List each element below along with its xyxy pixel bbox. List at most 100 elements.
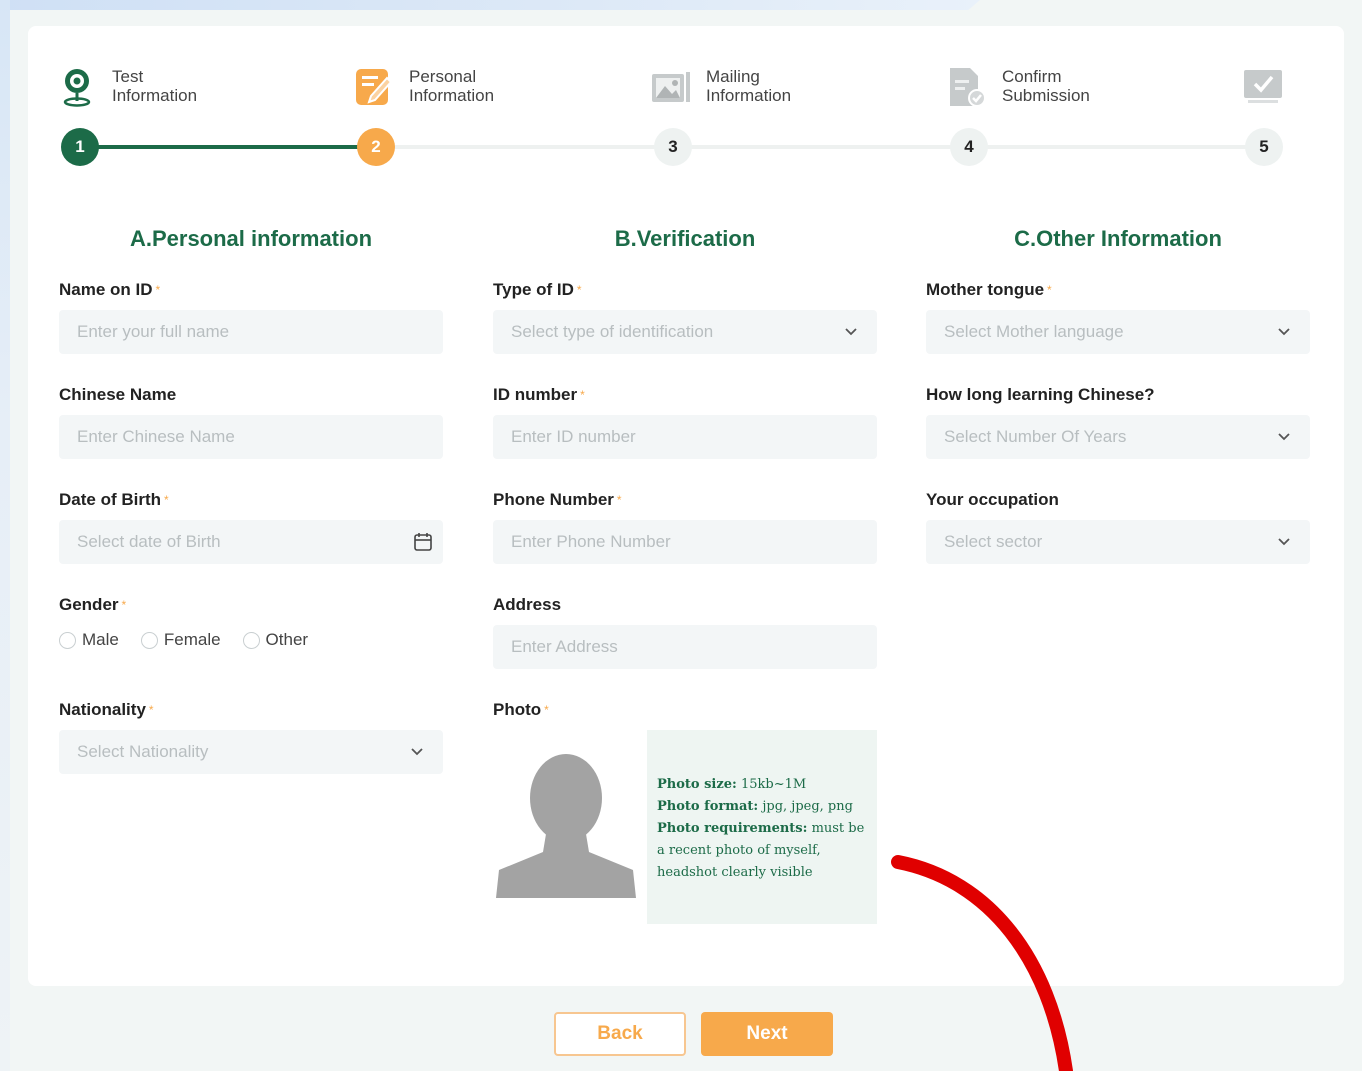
step-5-number[interactable]: 5: [1245, 128, 1283, 166]
required-mark: *: [164, 493, 169, 507]
form-card: Test Information Personal Information Ma…: [28, 26, 1344, 986]
required-mark: *: [616, 493, 622, 507]
id-number-label: ID number: [493, 385, 578, 404]
photo-size-label: Photo size:: [657, 777, 737, 792]
left-background-tint: [0, 0, 10, 1071]
occupation-label: Your occupation: [926, 490, 1059, 509]
gender-male-radio[interactable]: Male: [59, 630, 119, 650]
phone-placeholder: Enter Phone Number: [511, 532, 671, 551]
radio-circle[interactable]: [242, 631, 260, 649]
name-field: Name on ID * Enter your full name: [59, 278, 443, 383]
calendar-icon[interactable]: [412, 531, 434, 553]
chevron-down-icon: [411, 748, 423, 756]
step-3-number[interactable]: 3: [654, 128, 692, 166]
document-check-icon: [950, 68, 986, 107]
verification-title: B.Verification: [614, 226, 756, 251]
photo-upload-area: Photo size: 15kb~1M Photo format: jpg, j…: [493, 730, 877, 930]
address-placeholder: Enter Address: [511, 637, 618, 656]
chevron-down-icon: [845, 328, 857, 336]
required-mark: *: [580, 388, 585, 402]
other-info-column: C.Other Information Mother tongue * Selec…: [926, 226, 1310, 593]
radio-circle[interactable]: [140, 631, 158, 649]
chevron-down-icon: [1278, 433, 1290, 441]
nationality-field: Nationality * Select Nationality: [59, 698, 443, 803]
id-type-label: Type of ID: [493, 280, 574, 299]
avatar-placeholder-icon[interactable]: [493, 748, 643, 898]
step-1-header[interactable]: Test Information: [56, 66, 197, 110]
gender-field: Gender * Male Female Other: [59, 593, 443, 698]
id-type-placeholder: Select type of identification: [511, 322, 714, 341]
step-1-number[interactable]: 1: [61, 128, 99, 166]
step-4-number[interactable]: 4: [950, 128, 988, 166]
required-mark: *: [544, 703, 549, 717]
step-5-header[interactable]: [1242, 66, 1298, 110]
step-1-title: Test Information: [112, 67, 198, 105]
step-4-header[interactable]: Confirm Submission: [946, 66, 1090, 110]
gender-male-label: Male: [82, 630, 119, 649]
address-field: Address Enter Address: [493, 593, 877, 698]
step-3-header[interactable]: Mailing Information: [650, 66, 791, 110]
id-type-select[interactable]: Select type of identification: [493, 310, 877, 354]
chinese-name-placeholder: Enter Chinese Name: [77, 427, 235, 446]
stepper-progress: [80, 145, 376, 149]
dob-placeholder: Select date of Birth: [77, 532, 221, 551]
phone-input[interactable]: Enter Phone Number: [493, 520, 877, 564]
years-learning-label: How long learning Chinese?: [926, 385, 1155, 404]
years-learning-field: How long learning Chinese? Select Number…: [926, 383, 1310, 488]
photo-format-value: jpg, jpeg, png: [762, 799, 853, 814]
id-type-field: Type of ID * Select type of identificatio…: [493, 278, 877, 383]
dob-field: Date of Birth * Select date of Birth: [59, 488, 443, 593]
photo-requirements-panel: Photo size: 15kb~1M Photo format: jpg, j…: [647, 730, 877, 924]
next-button[interactable]: Next: [701, 1012, 833, 1056]
name-input[interactable]: Enter your full name: [59, 310, 443, 354]
image-icon: [652, 72, 690, 102]
years-learning-select[interactable]: Select Number Of Years: [926, 415, 1310, 459]
mother-tongue-label: Mother tongue: [926, 280, 1045, 299]
address-input[interactable]: Enter Address: [493, 625, 877, 669]
photo-field: Photo * Photo size: 15kb~1M Photo format:…: [493, 698, 877, 930]
gender-other-radio[interactable]: Other: [242, 630, 309, 650]
phone-field: Phone Number * Enter Phone Number: [493, 488, 877, 593]
step-4-title: Confirm Submission: [1002, 67, 1090, 105]
photo-label: Photo: [493, 700, 542, 719]
radio-circle[interactable]: [59, 631, 76, 649]
nationality-select[interactable]: Select Nationality: [59, 730, 443, 774]
monitor-check-icon: [1244, 70, 1282, 103]
verification-column: B.Verification Type of ID * Select type o…: [493, 226, 877, 930]
top-banner-strip: [0, 0, 980, 10]
occupation-field: Your occupation Select sector: [926, 488, 1310, 593]
mother-tongue-select[interactable]: Select Mother language: [926, 310, 1310, 354]
edit-form-icon: [356, 69, 393, 105]
occupation-select[interactable]: Select sector: [926, 520, 1310, 564]
required-mark: *: [121, 598, 127, 612]
required-mark: *: [155, 283, 161, 297]
address-label: Address: [493, 595, 562, 614]
chinese-name-field: Chinese Name Enter Chinese Name: [59, 383, 443, 488]
chevron-down-icon: [1278, 538, 1290, 546]
name-label: Name on ID: [59, 280, 153, 299]
nationality-label: Nationality: [59, 700, 146, 719]
occupation-placeholder: Select sector: [944, 532, 1043, 551]
dob-input[interactable]: Select date of Birth: [59, 520, 443, 564]
photo-size-value: 15kb~1M: [740, 777, 807, 792]
gender-other-label: Other: [265, 630, 309, 649]
id-number-input[interactable]: Enter ID number: [493, 415, 877, 459]
years-learning-placeholder: Select Number Of Years: [944, 427, 1127, 446]
personal-info-title: A.Personal information: [129, 226, 373, 251]
step-2-number[interactable]: 2: [357, 128, 395, 166]
gender-radio-group: Male Female Other: [59, 625, 443, 655]
chinese-name-input[interactable]: Enter Chinese Name: [59, 415, 443, 459]
back-button[interactable]: Back: [554, 1012, 686, 1056]
step-3-title: Mailing Information: [706, 67, 792, 105]
dob-label: Date of Birth: [59, 490, 161, 509]
required-mark: *: [1047, 283, 1052, 297]
gender-female-radio[interactable]: Female: [140, 630, 221, 650]
photo-format-label: Photo format:: [657, 799, 759, 814]
mother-tongue-field: Mother tongue * Select Mother language: [926, 278, 1310, 383]
step-2-header[interactable]: Personal Information: [353, 66, 494, 110]
step-2-title: Personal Information: [409, 67, 495, 105]
gender-female-label: Female: [163, 630, 221, 649]
chinese-name-label: Chinese Name: [59, 385, 177, 404]
nationality-placeholder: Select Nationality: [77, 742, 209, 761]
id-number-placeholder: Enter ID number: [511, 427, 636, 446]
